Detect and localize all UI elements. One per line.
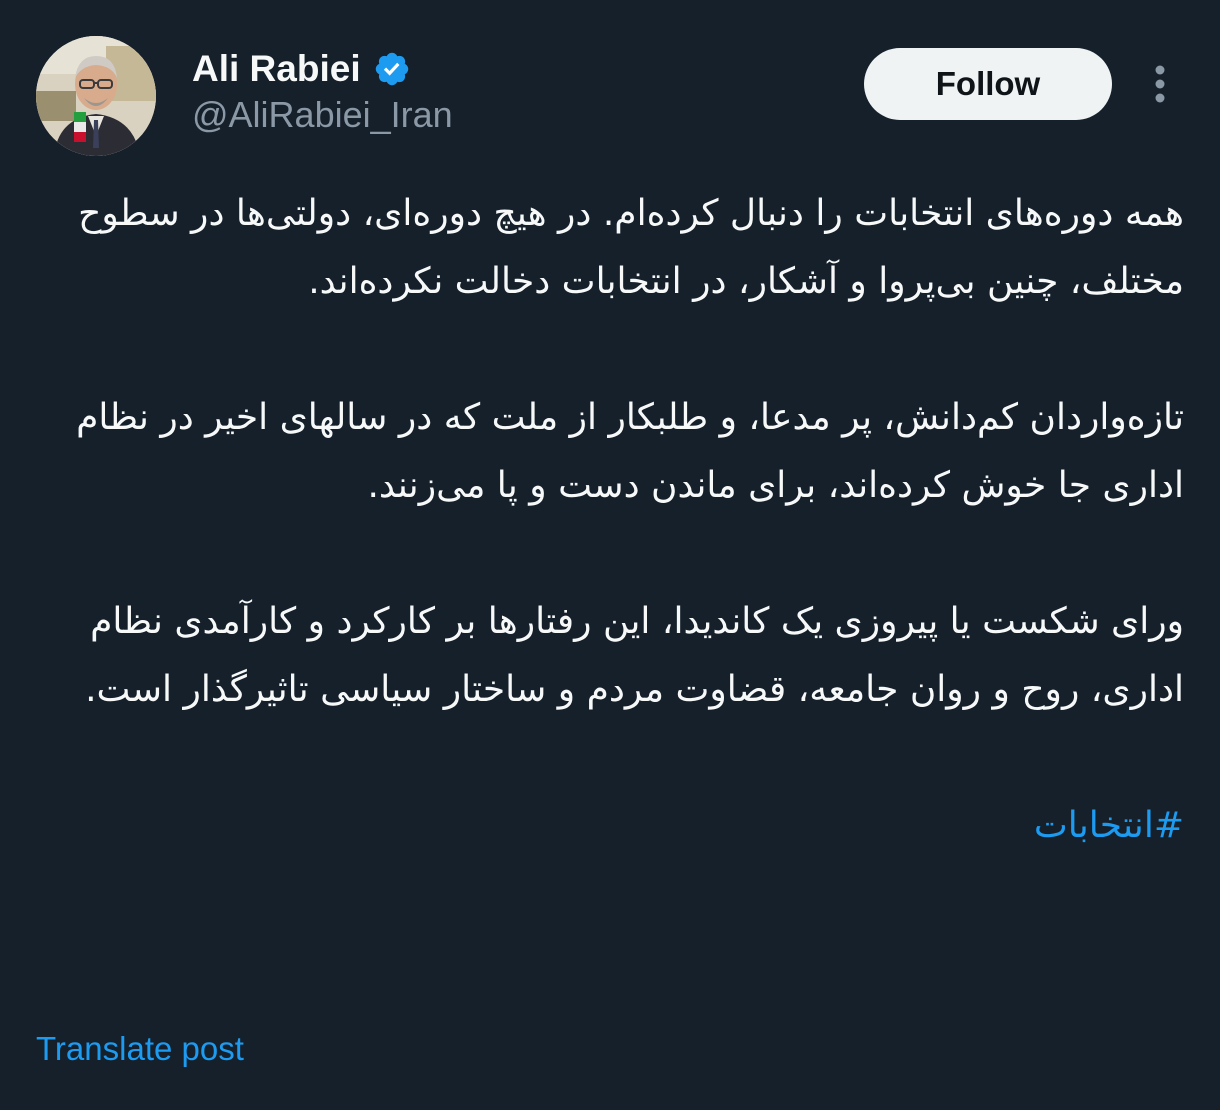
follow-button[interactable]: Follow xyxy=(864,48,1112,120)
translate-post-link[interactable]: Translate post xyxy=(36,1030,244,1068)
post-paragraph: همه دوره‌های انتخابات را دنبال کرده‌ام. … xyxy=(78,193,1184,302)
post-text: همه دوره‌های انتخابات را دنبال کرده‌ام. … xyxy=(36,180,1184,860)
more-vertical-icon xyxy=(1155,65,1165,103)
hashtag-link[interactable]: #انتخابات xyxy=(1034,792,1184,860)
author-name-row: Ali Rabiei xyxy=(192,44,411,94)
post-paragraph: ورای شکست یا پیروزی یک کاندیدا، این رفتا… xyxy=(85,601,1184,710)
post-card: Ali Rabiei @AliRabiei_Iran Follow همه دو… xyxy=(0,0,1220,1110)
author-avatar[interactable] xyxy=(36,36,156,156)
author-name[interactable]: Ali Rabiei xyxy=(192,48,361,90)
more-options-button[interactable] xyxy=(1138,60,1182,108)
verified-badge-icon[interactable] xyxy=(373,50,411,88)
post-paragraph: تازه‌واردان کم‌دانش، پر مدعا، و طلبکار ا… xyxy=(76,397,1184,506)
author-handle[interactable]: @AliRabiei_Iran xyxy=(192,94,453,136)
avatar-photo xyxy=(36,36,156,156)
